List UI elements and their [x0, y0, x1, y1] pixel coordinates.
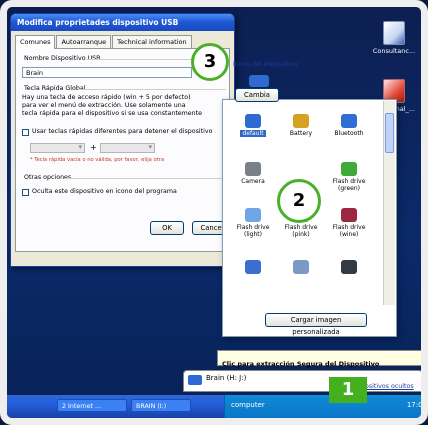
- hotkey-heading: Tecla Rápida Global: [24, 85, 86, 92]
- camera-icon: [245, 162, 261, 176]
- tab-autoarranque[interactable]: Autoarranque: [56, 35, 112, 48]
- icon-option-default[interactable]: default: [229, 114, 277, 137]
- usb-drive-icon: [188, 375, 202, 385]
- icon-option-label: default: [240, 130, 266, 137]
- hotkey-desc-2: para ver el menú de extracción. Use sola…: [22, 102, 186, 109]
- icon-option-battery[interactable]: Battery: [277, 114, 325, 137]
- divider: [64, 178, 226, 179]
- device-balloon: Brain (H: J:) dispositivos ocultos: [183, 370, 421, 392]
- screenshot-frame: Consultanc... DAG_Final_... Modifica pro…: [0, 0, 428, 425]
- battery-icon: [293, 114, 309, 128]
- ok-button[interactable]: OK: [150, 221, 184, 235]
- change-icon-button[interactable]: Cambia: [235, 88, 279, 102]
- device-entry[interactable]: Brain (H: J:): [206, 374, 246, 382]
- desktop-icon-document[interactable]: Consultanc...: [359, 21, 421, 55]
- callout-3: 3: [191, 43, 229, 81]
- icon-option-label: Flash drive (pink): [284, 224, 318, 238]
- tab-technical-information[interactable]: Technical information: [112, 35, 192, 48]
- scrollbar-thumb[interactable]: [385, 113, 394, 153]
- icon-option-label: Camera: [241, 178, 265, 185]
- taskbar-item-brain[interactable]: BRAIN (I:): [131, 399, 191, 412]
- tab-comunes[interactable]: Comunes: [15, 35, 56, 49]
- picker-scrollbar[interactable]: [383, 101, 395, 305]
- bluetooth-icon: [341, 114, 357, 128]
- system-tray: computer 17:04: [224, 395, 427, 418]
- load-custom-image-button[interactable]: Cargar imagen personalizada: [265, 313, 367, 336]
- divider: [78, 89, 226, 90]
- hotkey-modifier-select[interactable]: [30, 143, 85, 153]
- icon-option-tool[interactable]: [277, 260, 325, 276]
- icon-option-label: Battery: [289, 130, 313, 137]
- icon-option-flash-wine[interactable]: Flash drive (wine): [325, 208, 373, 238]
- dialog-title: Modifica proprietades dispositivo USB: [11, 14, 234, 31]
- flash-drive-icon: [245, 208, 261, 222]
- hotkey-key-select[interactable]: [100, 143, 155, 153]
- hide-device-checkbox[interactable]: [22, 189, 29, 196]
- tab-panel: Nombre Dispositivo USB Brain Tecla Rápid…: [15, 48, 232, 252]
- icon-option-bluetooth[interactable]: Bluetooth: [325, 114, 373, 137]
- flash-drive-icon: [341, 162, 357, 176]
- icon-option-label: Bluetooth: [334, 130, 364, 137]
- icon-option-label: Flash drive (green): [332, 178, 366, 192]
- use-hotkeys-label: Usar teclas rápidas diferentes para dete…: [32, 128, 213, 135]
- hotkey-warning: * Tecla rápida vacía o no válida, por fa…: [30, 157, 165, 163]
- computer-label: computer: [231, 401, 265, 409]
- device-name-input[interactable]: Brain: [22, 67, 192, 78]
- hotkey-desc-3: tecla rápida para el dispositivo si se u…: [22, 110, 203, 117]
- usb-device-icon: [249, 75, 269, 87]
- popup-title: Clic para extracción Segura del Disposit…: [222, 360, 380, 368]
- icon-option-headphones[interactable]: [325, 260, 373, 276]
- callout-1: 1: [329, 377, 367, 403]
- icon-option-disk[interactable]: [229, 260, 277, 276]
- taskbar-item-internet[interactable]: 2 Internet ...: [57, 399, 127, 412]
- icon-option-label: Flash drive (wine): [332, 224, 366, 238]
- clock: 17:04: [406, 401, 427, 409]
- use-hotkeys-checkbox[interactable]: [22, 129, 29, 136]
- icon-option-label: Flash drive (light): [236, 224, 270, 238]
- hotkey-desc-1: Hay una tecla de acceso rápido (win + 5 …: [22, 94, 191, 101]
- icon-option-flash-green[interactable]: Flash drive (green): [325, 162, 373, 192]
- flash-drive-icon: [341, 208, 357, 222]
- desktop-icon-label: Consultanc...: [372, 47, 416, 55]
- device-icon-label: Icono del dispositivo: [233, 61, 298, 68]
- safe-removal-popup[interactable]: Clic para extracción Segura del Disposit…: [217, 350, 421, 368]
- hide-device-label: Oculta este dispositivo en icono del pro…: [32, 188, 177, 195]
- icon-option-flash-light[interactable]: Flash drive (light): [229, 208, 277, 238]
- document-icon: [383, 21, 405, 45]
- plus-sign: +: [90, 143, 97, 152]
- callout-2: 2: [277, 179, 321, 223]
- icon-option-camera[interactable]: Camera: [229, 162, 277, 185]
- tool-icon: [293, 260, 309, 274]
- disk-icon: [245, 260, 261, 274]
- headphones-icon: [341, 260, 357, 274]
- usb-drive-icon: [245, 114, 261, 128]
